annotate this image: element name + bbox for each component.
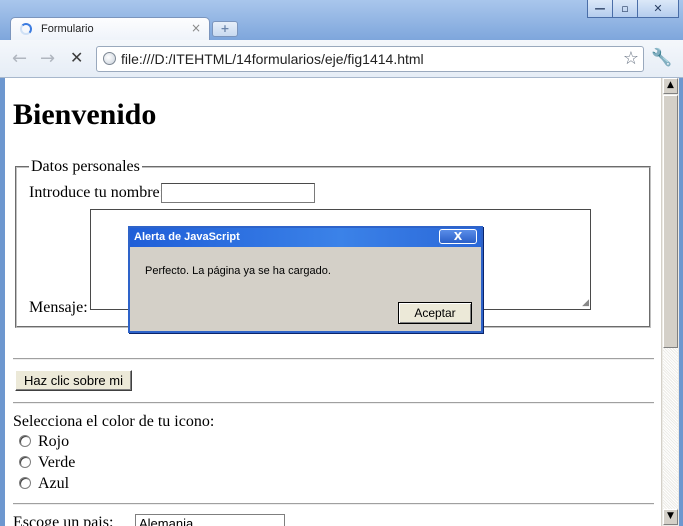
radio-rojo[interactable] [19,435,31,447]
url-text: file:///D:/ITEHTML/14formularios/eje/fig… [121,51,424,67]
loading-spinner-icon [20,23,32,35]
name-input[interactable] [161,183,315,203]
address-bar[interactable]: file:///D:/ITEHTML/14formularios/eje/fig… [96,46,644,72]
minimize-button[interactable]: — [587,0,613,18]
title-bar: — ▫ ✕ Formulario × + [0,0,683,41]
radio-label-verde: Verde [38,454,76,471]
tab-title: Formulario [41,23,94,35]
stop-button[interactable]: ✕ [70,48,83,67]
country-select[interactable]: Alemania [135,514,285,526]
message-label: Mensaje: [29,299,88,316]
name-label: Introduce tu nombre: [29,184,165,201]
scroll-thumb[interactable] [663,95,678,348]
maximize-button[interactable]: ▫ [612,0,638,18]
scroll-track[interactable] [663,348,678,509]
radio-label-azul: Azul [38,475,70,492]
color-question: Selecciona el color de tu icono: [13,413,215,430]
radio-label-rojo: Rojo [38,433,70,450]
scroll-up-button[interactable]: ▲ [663,78,678,94]
toolbar: ← → ✕ file:///D:/ITEHTML/14formularios/e… [0,40,683,78]
forward-button[interactable]: → [40,48,55,69]
divider [13,358,654,360]
tab-close-icon[interactable]: × [191,21,201,35]
divider [13,503,654,505]
page-globe-icon [103,52,116,65]
wrench-menu-icon[interactable]: 🔧 [651,48,672,68]
browser-window: — ▫ ✕ Formulario × + ← → ✕ file:///D:/IT… [0,0,683,526]
click-me-button[interactable]: Haz clic sobre mi [15,370,132,391]
fieldset-legend: Datos personales [31,158,140,175]
tab-formulario[interactable]: Formulario × [10,17,210,41]
country-label: Escoge un pais: [13,514,114,526]
dialog-title: Alerta de JavaScript [130,228,481,247]
dialog-message: Perfecto. La página ya se ha cargado. [145,265,331,277]
page-title: Bienvenido [13,98,157,131]
bookmark-star-icon[interactable]: ☆ [623,48,639,69]
close-window-button[interactable]: ✕ [637,0,679,18]
radio-verde[interactable] [19,456,31,468]
dialog-close-button[interactable]: X [439,229,477,244]
new-tab-button[interactable]: + [212,21,238,37]
scroll-down-button[interactable]: ▼ [663,509,678,525]
resize-grip-icon[interactable]: ◢ [582,298,589,308]
vertical-scrollbar[interactable]: ▲ ▼ [661,78,679,526]
radio-azul[interactable] [19,477,31,489]
accept-button[interactable]: Aceptar [398,302,472,324]
back-button[interactable]: ← [12,48,27,69]
javascript-alert-dialog: Alerta de JavaScript X Perfecto. La pági… [128,226,483,333]
divider [13,402,654,404]
